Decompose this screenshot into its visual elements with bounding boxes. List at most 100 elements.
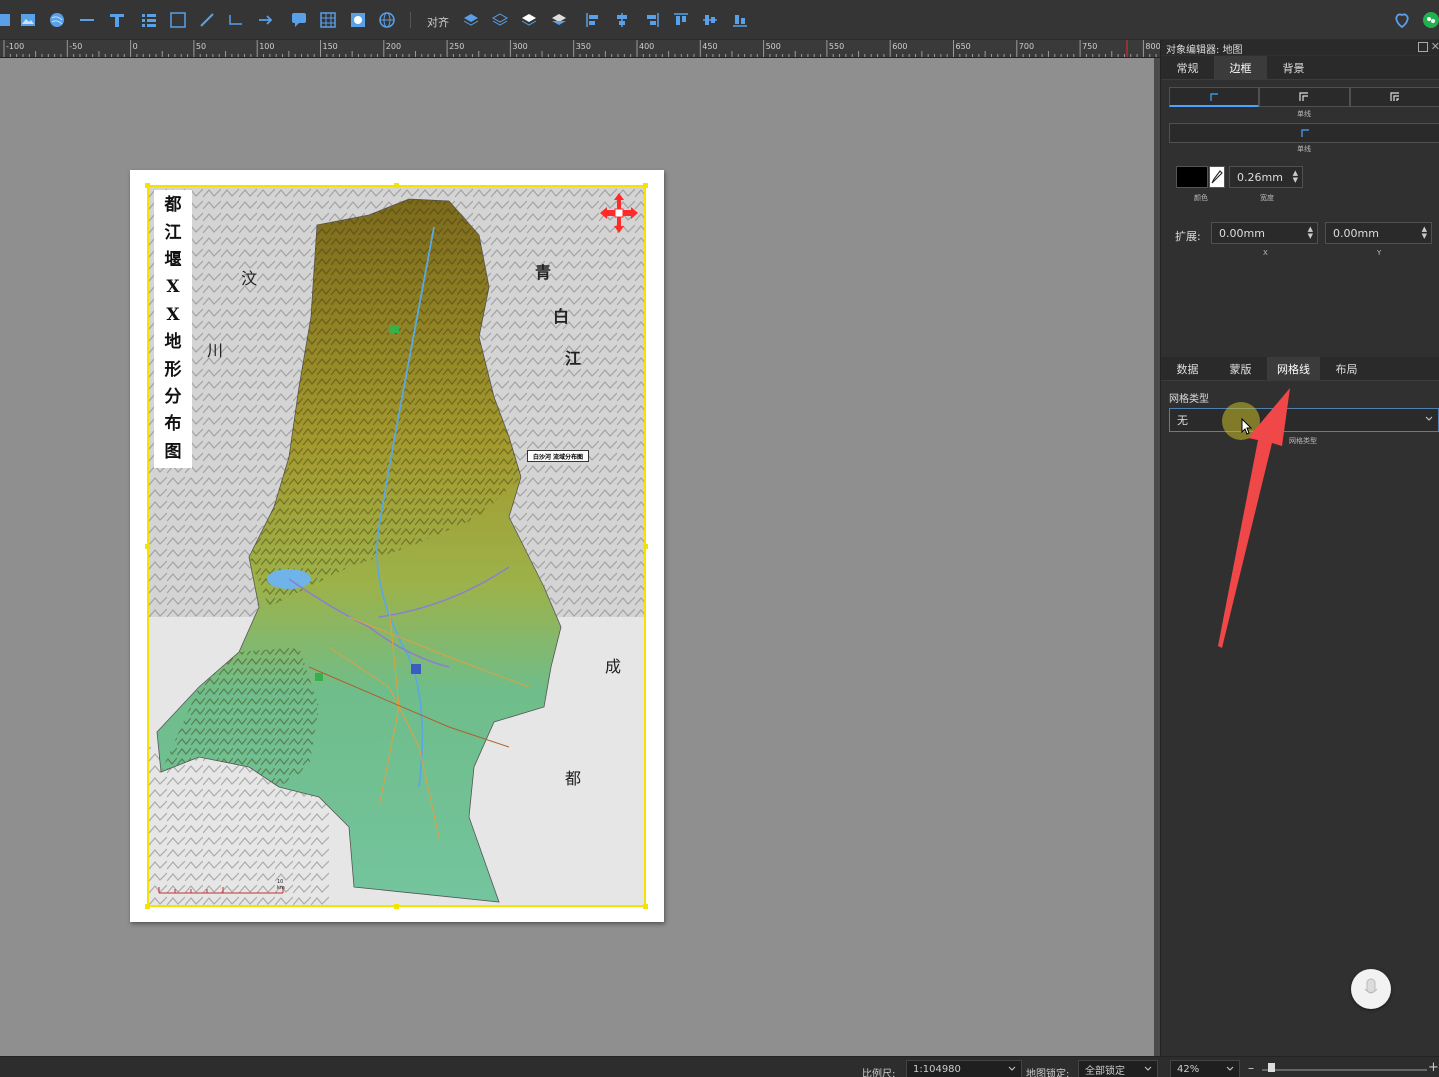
tab-background[interactable]: 背景 [1267,56,1320,80]
microphone-icon [1364,978,1378,994]
panel-header: 对象编辑器: 地图 ✕ [1161,40,1439,56]
resize-handle[interactable] [394,183,399,188]
horizontal-ruler: -100 -50 0 50 100 150 200 250 300 350 400 450 500 550… [0,40,1160,58]
insert-text-icon[interactable] [107,10,127,30]
ruler-label: 400 [639,42,654,51]
resize-handle[interactable] [145,904,150,909]
color-label: 颜色 [1194,194,1208,202]
resize-handle[interactable] [643,183,648,188]
tab-general[interactable]: 常规 [1161,56,1214,80]
scale-select[interactable]: 1:104980 [906,1060,1022,1077]
border-style-option[interactable] [1349,87,1439,107]
page-paper[interactable]: 都 江 堰 X X 地 形 分 布 图 汶 川 青 白 江 成 都 白沙河 流域… [130,170,664,922]
wechat-icon[interactable] [1421,10,1439,30]
eyedropper-icon[interactable] [1209,166,1225,188]
send-to-back-icon[interactable] [549,10,569,30]
insert-rectangle-icon[interactable] [168,10,188,30]
tab-gridlines[interactable]: 网格线 [1267,357,1320,381]
panel-tabs-top: 常规 边框 背景 [1161,56,1439,80]
style-label: 单线 [1297,110,1311,118]
main-toolbar: 对齐 [0,0,1439,40]
spinner-arrows-icon[interactable]: ▲ ▼ [1293,170,1298,184]
close-icon[interactable]: ✕ [1431,40,1439,53]
map-frame[interactable]: 都 江 堰 X X 地 形 分 布 图 汶 川 青 白 江 成 都 白沙河 流域… [147,185,646,907]
map-callout-banner[interactable]: 白沙河 流域分布图 [527,450,589,462]
expand-x-spinner[interactable]: 0.00mm ▲ ▼ [1211,222,1318,244]
insert-line-icon[interactable] [77,10,97,30]
spinner-arrows-icon[interactable]: ▲ ▼ [1308,226,1313,240]
zoom-select[interactable]: 42% [1170,1060,1240,1077]
align-right-icon[interactable] [642,10,662,30]
bring-to-front-icon[interactable] [461,10,481,30]
line-style-option[interactable] [1169,123,1439,143]
spinner-arrows-icon[interactable]: ▲ ▼ [1422,226,1427,240]
map-lock-value: 全部锁定 [1085,1065,1125,1077]
restore-icon[interactable] [1418,42,1428,52]
map-label-qing: 青 [535,263,552,282]
expand-y-value: 0.00mm [1333,226,1379,240]
zoom-out-icon[interactable]: – [1248,1061,1254,1075]
map-label-bai: 白 [553,307,570,326]
map-title-box[interactable]: 都 江 堰 X X 地 形 分 布 图 [154,190,192,468]
resize-handle[interactable] [145,544,150,549]
align-bottom-icon[interactable] [730,10,750,30]
resize-handle[interactable] [394,904,399,909]
table-icon[interactable] [318,10,338,30]
border-color-swatch[interactable] [1176,166,1208,188]
layout-canvas[interactable]: 都 江 堰 X X 地 形 分 布 图 汶 川 青 白 江 成 都 白沙河 流域… [0,58,1154,1056]
resize-handle[interactable] [643,544,648,549]
callout-icon[interactable] [289,10,309,30]
align-top-icon[interactable] [671,10,691,30]
align-left-icon[interactable] [583,10,603,30]
chevron-down-icon [1008,1066,1016,1071]
ruler-label: 800 [1145,42,1160,51]
expand-y-spinner[interactable]: 0.00mm ▲ ▼ [1325,222,1432,244]
insert-legend-icon[interactable] [139,10,159,30]
align-middle-icon[interactable] [700,10,720,30]
draw-pen-icon[interactable] [197,10,217,30]
map-lock-select[interactable]: 全部锁定 [1078,1060,1158,1077]
voice-input-button[interactable] [1351,969,1391,1009]
border-style-option[interactable] [1169,87,1260,107]
tab-mask[interactable]: 蒙版 [1214,357,1267,381]
picture-frame-icon[interactable] [348,10,368,30]
map-label-du: 都 [565,769,582,788]
ruler-label: 250 [449,42,464,51]
tab-data[interactable]: 数据 [1161,357,1214,381]
move-handle-icon[interactable] [597,191,641,235]
map-title-char: X [166,304,180,325]
tab-layout[interactable]: 布局 [1320,357,1373,381]
map-title-char: 分 [164,386,182,407]
ruler-label: 300 [512,42,527,51]
align-label[interactable]: 对齐 [427,14,449,30]
select-tool-icon[interactable] [0,10,14,30]
zoom-slider-track[interactable] [1262,1069,1427,1071]
ruler-label: 100 [259,42,274,51]
align-center-icon[interactable] [612,10,632,30]
y-axis-label: Y [1377,249,1382,257]
resize-handle[interactable] [643,904,648,909]
resize-handle[interactable] [145,183,150,188]
grid-type-value: 无 [1177,414,1188,427]
border-style-option[interactable] [1259,87,1350,107]
app-window: 对齐 -100 -50 0 50 100 150 200 250 300 350… [0,0,1439,1077]
zoom-slider-thumb[interactable] [1268,1063,1275,1072]
zoom-in-icon[interactable]: + [1428,1060,1439,1075]
polyline-icon[interactable] [226,10,246,30]
ruler-label: -50 [69,42,82,51]
account-icon[interactable] [1392,10,1412,30]
insert-image-icon[interactable] [18,10,38,30]
map-title-char: 形 [164,359,182,380]
border-width-spinner[interactable]: 0.26mm ▲ ▼ [1229,166,1303,188]
arrow-tool-icon[interactable] [256,10,276,30]
tab-border[interactable]: 边框 [1214,56,1267,80]
scale-bar[interactable]: 10 km [155,879,290,897]
globe-icon[interactable] [377,10,397,30]
border-width-value: 0.26mm [1237,170,1283,184]
insert-map-icon[interactable] [47,10,67,30]
bring-forward-icon[interactable] [490,10,510,30]
ruler-label: 700 [1019,42,1034,51]
send-backward-icon[interactable] [519,10,539,30]
chevron-down-icon [1144,1066,1152,1071]
map-title-char: 都 [164,195,182,216]
